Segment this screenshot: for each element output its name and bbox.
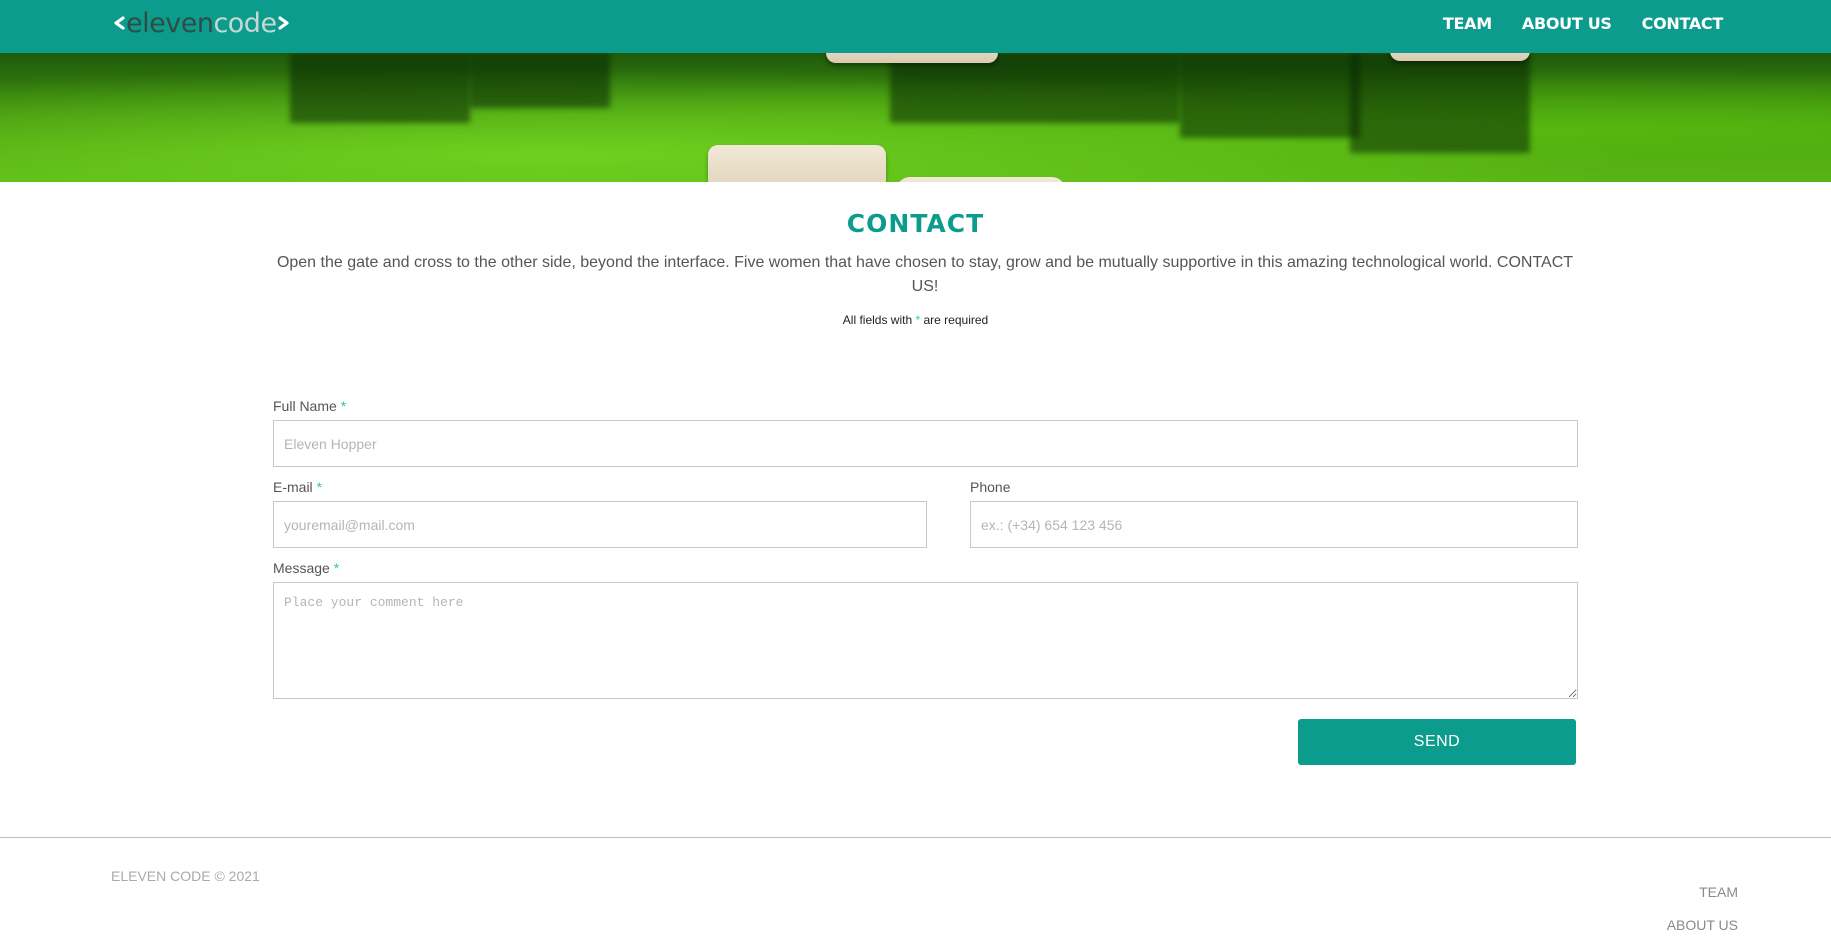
footer-nav: TEAM ABOUT US bbox=[1667, 876, 1738, 942]
required-asterisk: * bbox=[915, 313, 921, 327]
hero-tile-shadow bbox=[470, 53, 610, 108]
full-name-label: Full Name * bbox=[273, 398, 346, 414]
required-fields-note: All fields with * are required bbox=[0, 313, 1831, 327]
footer-link-about-us[interactable]: ABOUT US bbox=[1667, 909, 1738, 942]
hero-tile-shadow bbox=[1180, 53, 1360, 138]
phone-label-text: Phone bbox=[970, 479, 1011, 495]
phone-label: Phone bbox=[970, 479, 1010, 495]
top-navbar: eleven code TEAM ABOUT US CONTACT bbox=[0, 0, 1831, 53]
email-input[interactable] bbox=[273, 501, 927, 548]
hero-tile-shadow bbox=[1350, 53, 1530, 153]
hero-tile-shadow bbox=[890, 53, 1180, 123]
nav-team[interactable]: TEAM bbox=[1443, 14, 1492, 33]
nav-about-us[interactable]: ABOUT US bbox=[1522, 14, 1612, 33]
footer-divider bbox=[0, 837, 1831, 838]
required-note-prefix: All fields with bbox=[842, 313, 913, 327]
footer-copyright: ELEVEN CODE © 2021 bbox=[111, 868, 260, 884]
required-asterisk: * bbox=[316, 479, 323, 495]
email-label: E-mail * bbox=[273, 479, 322, 495]
hero-tile bbox=[1390, 53, 1530, 61]
hero-tile bbox=[708, 145, 886, 182]
chevron-right-icon bbox=[277, 16, 289, 30]
footer-link-team[interactable]: TEAM bbox=[1667, 876, 1738, 909]
contact-intro: Open the gate and cross to the other sid… bbox=[276, 254, 1574, 295]
required-asterisk: * bbox=[340, 398, 347, 414]
required-note-suffix: are required bbox=[923, 313, 989, 327]
hero-tile bbox=[896, 177, 1066, 182]
nav-contact[interactable]: CONTACT bbox=[1642, 14, 1724, 33]
logo-word-code: code bbox=[213, 7, 277, 39]
hero-banner-image bbox=[0, 53, 1831, 182]
contact-title: CONTACT bbox=[846, 209, 985, 238]
full-name-label-text: Full Name bbox=[273, 398, 337, 414]
full-name-input[interactable] bbox=[273, 420, 1578, 467]
message-label: Message * bbox=[273, 560, 339, 576]
hero-tile bbox=[826, 53, 998, 63]
phone-input[interactable] bbox=[970, 501, 1578, 548]
site-logo[interactable]: eleven code bbox=[112, 7, 291, 39]
required-asterisk: * bbox=[333, 560, 340, 576]
message-textarea[interactable] bbox=[273, 582, 1578, 699]
main-nav: TEAM ABOUT US CONTACT bbox=[1443, 0, 1723, 46]
chevron-left-icon bbox=[114, 16, 125, 30]
send-button[interactable]: SEND bbox=[1298, 719, 1576, 765]
email-label-text: E-mail bbox=[273, 479, 313, 495]
logo-word-eleven: eleven bbox=[126, 7, 214, 39]
message-label-text: Message bbox=[273, 560, 330, 576]
hero-tile-shadow bbox=[290, 53, 470, 123]
